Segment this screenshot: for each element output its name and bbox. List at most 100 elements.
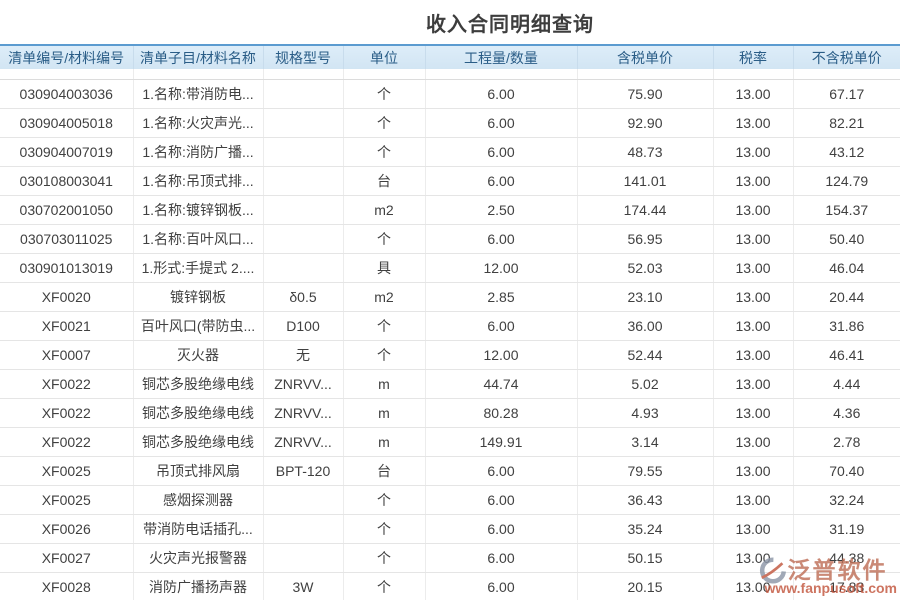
cell-spec: ZNRVV... <box>263 370 343 399</box>
cell-price_without_tax: 31.19 <box>793 515 900 544</box>
page-title: 收入合同明细查询 <box>426 8 594 37</box>
cell-unit: 个 <box>343 312 425 341</box>
cell-name: 1.名称:消防广播... <box>133 138 263 167</box>
table-row[interactable]: 0309010130191.形式:手提式 2....具12.0052.0313.… <box>0 254 900 283</box>
table-row[interactable]: XF0007灭火器无个12.0052.4413.0046.41 <box>0 341 900 370</box>
cell-quantity: 6.00 <box>425 167 577 196</box>
cell-tax_rate: 13.00 <box>713 544 793 573</box>
cell-price_without_tax: 70.40 <box>793 457 900 486</box>
cell-tax_rate: 13.00 <box>713 283 793 312</box>
cell-unit: 个 <box>343 573 425 600</box>
cell-price_with_tax: 174.44 <box>577 196 713 225</box>
cell-code: 030904005018 <box>0 109 133 138</box>
cell-name: 铜芯多股绝缘电线 <box>133 370 263 399</box>
cell-quantity: 6.00 <box>425 138 577 167</box>
cell-tax_rate: 13.00 <box>713 167 793 196</box>
cell-price_without_tax: 2.78 <box>793 428 900 457</box>
cell-name: 带消防电话插孔... <box>133 515 263 544</box>
table-row[interactable]: XF0026带消防电话插孔...个6.0035.2413.0031.19 <box>0 515 900 544</box>
column-header-price-with-tax: 含税单价 <box>577 45 713 69</box>
cell-price_without_tax: 124.79 <box>793 167 900 196</box>
cell-code: XF0022 <box>0 399 133 428</box>
table-row[interactable]: 0307030110251.名称:百叶风口...个6.0056.9513.005… <box>0 225 900 254</box>
table-header: 清单编号/材料编号 清单子目/材料名称 规格型号 单位 工程量/数量 含税单价 … <box>0 45 900 69</box>
cell-name: 铜芯多股绝缘电线 <box>133 428 263 457</box>
table-row[interactable]: XF0027火灾声光报警器个6.0050.1513.0044.38 <box>0 544 900 573</box>
cell-spec <box>263 486 343 515</box>
cell-price_without_tax: 20.44 <box>793 283 900 312</box>
column-header-code: 清单编号/材料编号 <box>0 45 133 69</box>
spacer-cell <box>263 69 343 80</box>
spacer-cell <box>343 69 425 80</box>
title-bar: 收入合同明细查询 <box>0 0 900 44</box>
cell-unit: 个 <box>343 515 425 544</box>
cell-unit: 个 <box>343 225 425 254</box>
cell-price_with_tax: 23.10 <box>577 283 713 312</box>
table-row[interactable]: XF0022铜芯多股绝缘电线ZNRVV...m149.913.1413.002.… <box>0 428 900 457</box>
spacer-cell <box>0 69 133 80</box>
cell-price_without_tax: 82.21 <box>793 109 900 138</box>
spacer-cell <box>133 69 263 80</box>
table-row[interactable]: 0307020010501.名称:镀锌钢板...m22.50174.4413.0… <box>0 196 900 225</box>
column-header-unit: 单位 <box>343 45 425 69</box>
cell-quantity: 2.85 <box>425 283 577 312</box>
cell-unit: m <box>343 428 425 457</box>
cell-name: 铜芯多股绝缘电线 <box>133 399 263 428</box>
cell-quantity: 44.74 <box>425 370 577 399</box>
cell-price_with_tax: 141.01 <box>577 167 713 196</box>
cell-code: XF0027 <box>0 544 133 573</box>
table-row[interactable]: 0301080030411.名称:吊顶式排...台6.00141.0113.00… <box>0 167 900 196</box>
cell-spec <box>263 109 343 138</box>
cell-quantity: 6.00 <box>425 573 577 600</box>
cell-code: 030703011025 <box>0 225 133 254</box>
cell-spec <box>263 138 343 167</box>
cell-unit: m <box>343 399 425 428</box>
cell-quantity: 80.28 <box>425 399 577 428</box>
column-header-price-without-tax: 不含税单价 <box>793 45 900 69</box>
income-contract-detail-table: 清单编号/材料编号 清单子目/材料名称 规格型号 单位 工程量/数量 含税单价 … <box>0 44 900 600</box>
cell-name: 火灾声光报警器 <box>133 544 263 573</box>
cell-tax_rate: 13.00 <box>713 573 793 600</box>
spacer-cell <box>793 69 900 80</box>
cell-price_with_tax: 75.90 <box>577 80 713 109</box>
cell-unit: m2 <box>343 283 425 312</box>
table-row[interactable]: XF0028消防广播扬声器3W个6.0020.1513.0017.83 <box>0 573 900 600</box>
table-row[interactable]: 0309040050181.名称:火灾声光...个6.0092.9013.008… <box>0 109 900 138</box>
cell-quantity: 6.00 <box>425 544 577 573</box>
income-contract-detail-page: 收入合同明细查询 清单编号/材料编号 清单子目/材料名称 规格型号 单位 工程量… <box>0 0 900 600</box>
cell-spec <box>263 515 343 544</box>
cell-code: XF0021 <box>0 312 133 341</box>
cell-unit: 个 <box>343 544 425 573</box>
cell-code: XF0025 <box>0 457 133 486</box>
header-row: 清单编号/材料编号 清单子目/材料名称 规格型号 单位 工程量/数量 含税单价 … <box>0 45 900 69</box>
cell-name: 1.名称:镀锌钢板... <box>133 196 263 225</box>
table-row[interactable]: 0309040070191.名称:消防广播...个6.0048.7313.004… <box>0 138 900 167</box>
table-row[interactable]: XF0022铜芯多股绝缘电线ZNRVV...m80.284.9313.004.3… <box>0 399 900 428</box>
table-row[interactable]: XF0022铜芯多股绝缘电线ZNRVV...m44.745.0213.004.4… <box>0 370 900 399</box>
spacer-row <box>0 69 900 80</box>
cell-tax_rate: 13.00 <box>713 370 793 399</box>
spacer-cell <box>425 69 577 80</box>
cell-spec: ZNRVV... <box>263 399 343 428</box>
cell-price_without_tax: 46.04 <box>793 254 900 283</box>
cell-price_without_tax: 17.83 <box>793 573 900 600</box>
cell-tax_rate: 13.00 <box>713 428 793 457</box>
cell-name: 1.名称:百叶风口... <box>133 225 263 254</box>
table-row[interactable]: 0309040030361.名称:带消防电...个6.0075.9013.006… <box>0 80 900 109</box>
column-header-tax-rate: 税率 <box>713 45 793 69</box>
cell-price_with_tax: 92.90 <box>577 109 713 138</box>
cell-tax_rate: 13.00 <box>713 341 793 370</box>
cell-unit: 具 <box>343 254 425 283</box>
table-row[interactable]: XF0025感烟探测器个6.0036.4313.0032.24 <box>0 486 900 515</box>
table-row[interactable]: XF0020镀锌钢板δ0.5m22.8523.1013.0020.44 <box>0 283 900 312</box>
cell-spec: BPT-120 <box>263 457 343 486</box>
table-row[interactable]: XF0021百叶风口(带防虫...D100个6.0036.0013.0031.8… <box>0 312 900 341</box>
cell-price_with_tax: 52.44 <box>577 341 713 370</box>
table-row[interactable]: XF0025吊顶式排风扇BPT-120台6.0079.5513.0070.40 <box>0 457 900 486</box>
cell-quantity: 6.00 <box>425 80 577 109</box>
cell-tax_rate: 13.00 <box>713 486 793 515</box>
cell-price_with_tax: 35.24 <box>577 515 713 544</box>
cell-quantity: 12.00 <box>425 341 577 370</box>
cell-spec <box>263 225 343 254</box>
cell-spec: 3W <box>263 573 343 600</box>
